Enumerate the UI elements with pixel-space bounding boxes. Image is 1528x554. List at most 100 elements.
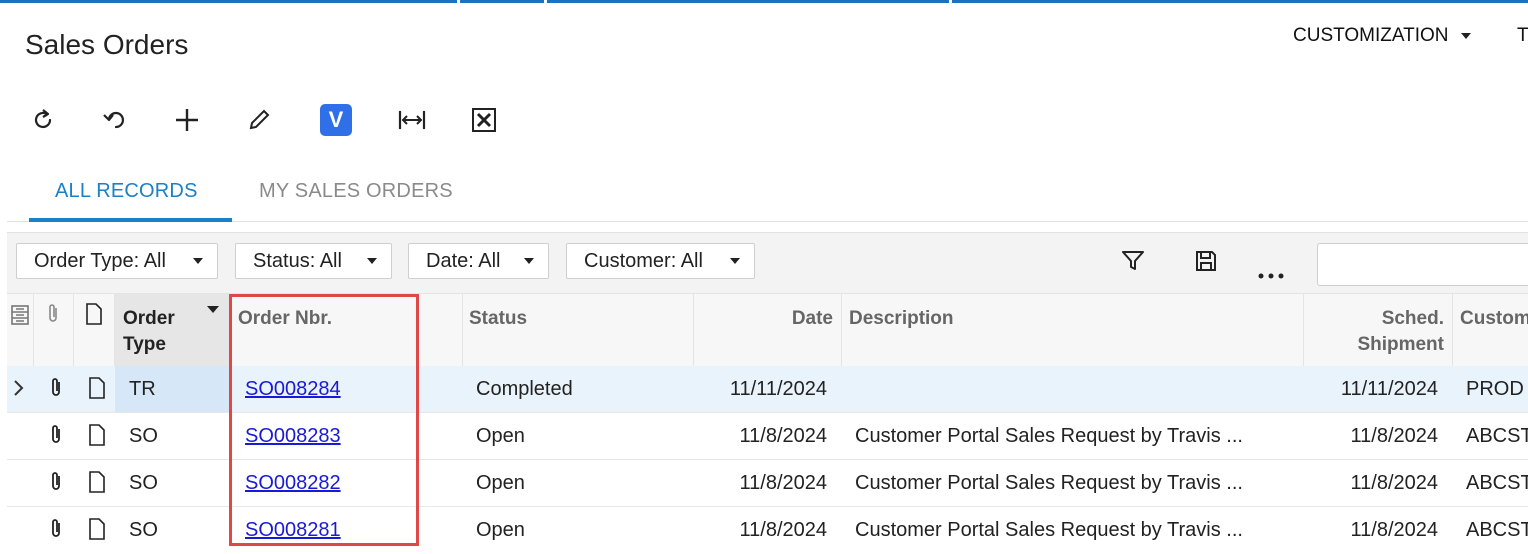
date-cell: 11/8/2024 [739, 519, 828, 541]
tab-my-sales-orders[interactable]: MY SALES ORDERS [259, 180, 453, 203]
column-chooser-icon [11, 305, 29, 325]
refresh-icon[interactable] [26, 103, 60, 137]
sched-header-line1: Sched. [1381, 308, 1444, 329]
sched-shipment-column-header[interactable]: Sched. Shipment [1304, 293, 1453, 366]
filter-icon[interactable] [1119, 247, 1147, 275]
customer-filter[interactable]: Customer: All [566, 243, 755, 279]
description-cell: Customer Portal Sales Request by Travis … [855, 472, 1243, 494]
order-nbr-link[interactable]: SO008281 [245, 519, 341, 542]
order-type-header-label: Order Type [123, 306, 175, 358]
table-row[interactable]: SO SO008281 Open 11/8/2024 Customer Port… [7, 507, 1528, 554]
order-nbr-link[interactable]: SO008284 [245, 378, 341, 401]
attachment-column-header[interactable] [34, 293, 74, 366]
sort-descending-icon [207, 306, 219, 313]
description-header-label: Description [849, 308, 954, 329]
description-cell: Customer Portal Sales Request by Travis … [855, 519, 1243, 541]
date-cell: 11/11/2024 [729, 378, 827, 400]
note-icon[interactable] [88, 377, 106, 399]
order-type-filter[interactable]: Order Type: All [16, 243, 218, 279]
date-header-label: Date [791, 308, 833, 329]
paperclip-icon[interactable] [48, 424, 64, 446]
tab-all-records[interactable]: ALL RECORDS [55, 180, 198, 203]
order-type-header-line2: Type [123, 334, 166, 355]
note-icon [86, 303, 102, 325]
chevron-down-icon [193, 258, 203, 264]
save-filter-icon[interactable] [1192, 247, 1220, 275]
paperclip-icon [49, 304, 57, 322]
customer-column-header[interactable]: Custom [1453, 293, 1528, 366]
sched-shipment-cell: 11/8/2024 [1350, 519, 1439, 541]
chevron-down-icon [730, 258, 740, 264]
order-type-cell: SO [129, 425, 158, 447]
order-nbr-header-label: Order Nbr. [238, 308, 332, 329]
note-icon[interactable] [88, 518, 106, 540]
customer-cell: ABCST [1466, 472, 1528, 494]
table-row[interactable]: TR SO008284 Completed 11/11/2024 11/11/2… [7, 366, 1528, 413]
date-filter-label: Date: All [426, 249, 501, 272]
date-cell: 11/8/2024 [739, 472, 828, 494]
page-title: Sales Orders [25, 29, 189, 60]
status-cell: Open [476, 425, 525, 447]
undo-icon[interactable] [98, 103, 132, 137]
status-cell: Completed [476, 378, 573, 400]
chevron-right-icon[interactable] [13, 379, 25, 397]
notes-column-header[interactable] [74, 293, 115, 366]
status-header-label: Status [469, 308, 528, 329]
date-cell: 11/8/2024 [739, 425, 828, 447]
order-type-cell: SO [129, 519, 158, 541]
customer-cell: ABCST [1466, 425, 1528, 447]
paperclip-icon[interactable] [48, 471, 64, 493]
v-label: V [328, 107, 344, 132]
order-type-column-header[interactable]: Order Type [115, 293, 230, 366]
description-column-header[interactable]: Description [842, 293, 1304, 366]
paperclip-icon[interactable] [48, 518, 64, 540]
customization-label: CUSTOMIZATION [1293, 25, 1449, 46]
order-type-header-line1: Order [123, 308, 175, 329]
note-icon[interactable] [88, 424, 106, 446]
customer-header-label: Custom [1460, 308, 1528, 329]
top-accent-bar [0, 0, 1528, 3]
truncated-menu[interactable]: T [1517, 25, 1528, 47]
table-row[interactable]: SO SO008283 Open 11/8/2024 Customer Port… [7, 413, 1528, 460]
date-column-header[interactable]: Date [694, 293, 842, 366]
chevron-down-icon [367, 258, 377, 264]
description-cell: Customer Portal Sales Request by Travis … [855, 425, 1243, 447]
chevron-down-icon [1460, 33, 1471, 39]
sched-shipment-cell: 11/8/2024 [1350, 472, 1439, 494]
chevron-down-icon [524, 258, 534, 264]
status-cell: Open [476, 519, 525, 541]
excel-export-icon[interactable] [467, 103, 501, 137]
add-icon[interactable] [170, 103, 204, 137]
order-nbr-link[interactable]: SO008283 [245, 425, 341, 448]
tab-divider [7, 221, 1528, 222]
table-row[interactable]: SO SO008282 Open 11/8/2024 Customer Port… [7, 460, 1528, 507]
truncated-menu-label: T [1517, 25, 1528, 46]
status-filter[interactable]: Status: All [235, 243, 392, 279]
customer-filter-label: Customer: All [584, 249, 703, 272]
more-options-icon[interactable] [1257, 255, 1285, 283]
edit-icon[interactable] [242, 103, 276, 137]
status-filter-label: Status: All [253, 249, 342, 272]
sched-shipment-cell: 11/11/2024 [1340, 378, 1438, 400]
paperclip-icon[interactable] [48, 377, 64, 399]
active-tab-indicator [29, 218, 232, 222]
order-nbr-column-header[interactable]: Order Nbr. [230, 293, 463, 366]
date-filter[interactable]: Date: All [408, 243, 549, 279]
column-settings-header[interactable] [7, 293, 34, 366]
customer-cell: ABCST [1466, 519, 1528, 541]
fit-columns-icon[interactable] [395, 103, 429, 137]
sched-shipment-cell: 11/8/2024 [1350, 425, 1439, 447]
note-icon[interactable] [88, 471, 106, 493]
status-column-header[interactable]: Status [463, 293, 694, 366]
status-cell: Open [476, 472, 525, 494]
customer-cell: PROD [1466, 378, 1524, 400]
sched-shipment-header-label: Sched. Shipment [1357, 306, 1444, 358]
sched-header-line2: Shipment [1357, 334, 1444, 355]
order-nbr-link[interactable]: SO008282 [245, 472, 341, 495]
search-input[interactable] [1317, 243, 1528, 286]
order-type-filter-label: Order Type: All [34, 249, 166, 272]
customization-menu[interactable]: CUSTOMIZATION [1293, 25, 1471, 47]
order-type-cell: TR [129, 378, 156, 400]
order-type-cell: SO [129, 472, 158, 494]
v-icon[interactable]: V [320, 104, 352, 136]
